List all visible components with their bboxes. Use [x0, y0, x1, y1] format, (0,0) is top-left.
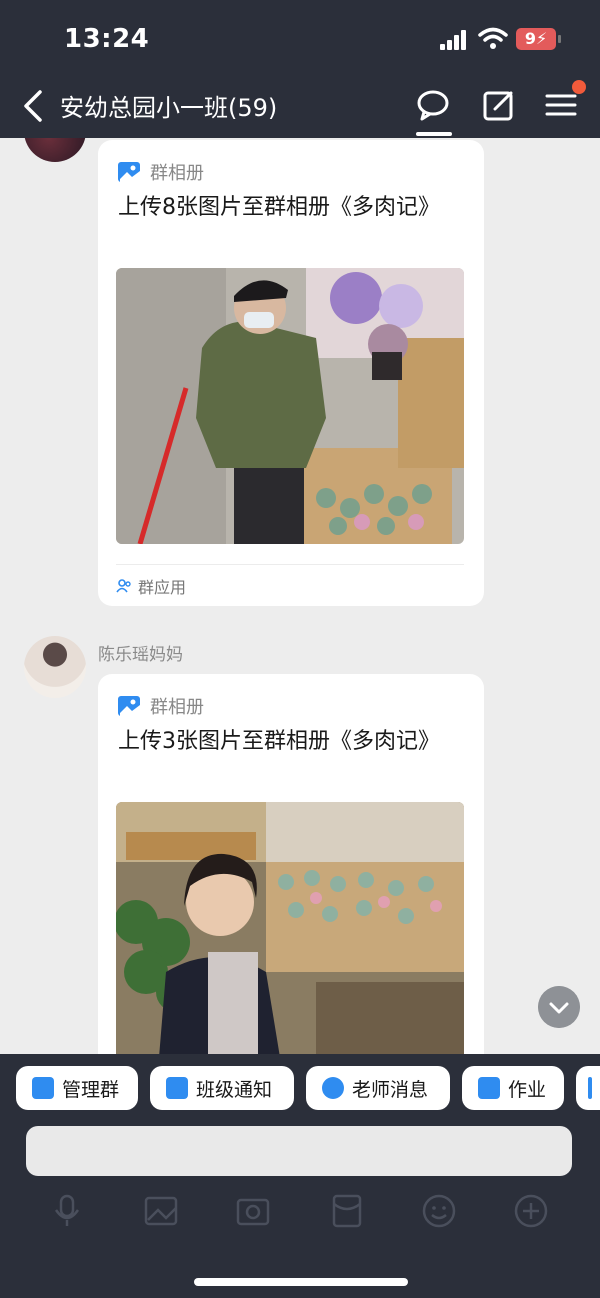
card-header: 群相册 [118, 160, 204, 184]
homework-icon [478, 1077, 500, 1099]
wifi-icon [478, 27, 508, 49]
album-card[interactable]: 群相册 上传3张图片至群相册《多肉记》 [98, 674, 484, 1054]
avatar[interactable] [24, 636, 86, 698]
manage-group-icon [32, 1077, 54, 1099]
album-card[interactable]: 群相册 上传8张图片至群相册《多肉记》 群应用 [98, 140, 484, 606]
chat-area[interactable]: 群相册 上传8张图片至群相册《多肉记》 群应用 陈乐瑶妈妈 群相册 上传3张图片… [0, 138, 600, 1054]
quick-action-class-notice[interactable]: 班级通知 [150, 1066, 294, 1110]
microphone-icon[interactable] [50, 1194, 84, 1228]
group-apps-icon [116, 579, 131, 593]
card-divider [116, 564, 464, 565]
cellular-signal-icon [440, 30, 468, 50]
camera-icon[interactable] [236, 1194, 270, 1228]
quick-action-teacher-message[interactable]: 老师消息 [306, 1066, 450, 1110]
avatar[interactable] [24, 138, 86, 162]
active-tab-underline [416, 132, 452, 136]
card-footer: 群应用 [116, 574, 186, 598]
quick-action-manage-group[interactable]: 管理群 [16, 1066, 138, 1110]
card-title: 上传8张图片至群相册《多肉记》 [118, 195, 440, 220]
emoji-icon[interactable] [422, 1194, 456, 1228]
image-icon[interactable] [144, 1194, 178, 1228]
photo-album-icon [118, 696, 140, 716]
chat-bubble-icon[interactable] [416, 88, 450, 122]
photo-girl-succulents[interactable] [116, 802, 464, 1054]
bottom-bar: 管理群 班级通知 老师消息 作业 [0, 1054, 600, 1298]
more-action-icon [588, 1077, 592, 1099]
top-bar: 13:24 9⚡ 安幼总园小一班(59) [0, 0, 600, 140]
quick-action-label: 作业 [508, 1078, 547, 1101]
card-app-name: 群相册 [150, 697, 204, 718]
plus-icon[interactable] [514, 1194, 548, 1228]
sender-name: 陈乐瑶妈妈 [98, 645, 183, 665]
notice-icon [166, 1077, 188, 1099]
chat-title: 安幼总园小一班(59) [60, 94, 278, 122]
card-app-name: 群相册 [150, 163, 204, 184]
battery-indicator: 9⚡ [516, 28, 561, 50]
quick-action-more[interactable] [576, 1066, 600, 1110]
edit-icon[interactable] [482, 88, 516, 122]
quick-action-homework[interactable]: 作业 [462, 1066, 564, 1110]
quick-action-label: 老师消息 [352, 1078, 429, 1101]
message-input[interactable] [26, 1126, 572, 1176]
home-indicator [194, 1278, 408, 1286]
quick-action-label: 班级通知 [196, 1078, 273, 1101]
notification-dot [572, 80, 586, 94]
red-packet-icon[interactable] [330, 1194, 364, 1228]
card-header: 群相册 [118, 694, 204, 718]
card-title: 上传3张图片至群相册《多肉记》 [118, 729, 440, 754]
quick-action-label: 管理群 [62, 1078, 120, 1101]
battery-level: 9 [524, 29, 536, 48]
teacher-icon [322, 1077, 344, 1099]
card-footer-label: 群应用 [138, 578, 187, 597]
scroll-down-button[interactable] [538, 986, 580, 1028]
back-icon[interactable] [20, 88, 46, 124]
photo-album-icon [118, 162, 140, 182]
photo-boy-succulent[interactable] [116, 268, 464, 544]
menu-icon[interactable] [544, 88, 578, 122]
status-time: 13:24 [64, 24, 150, 54]
